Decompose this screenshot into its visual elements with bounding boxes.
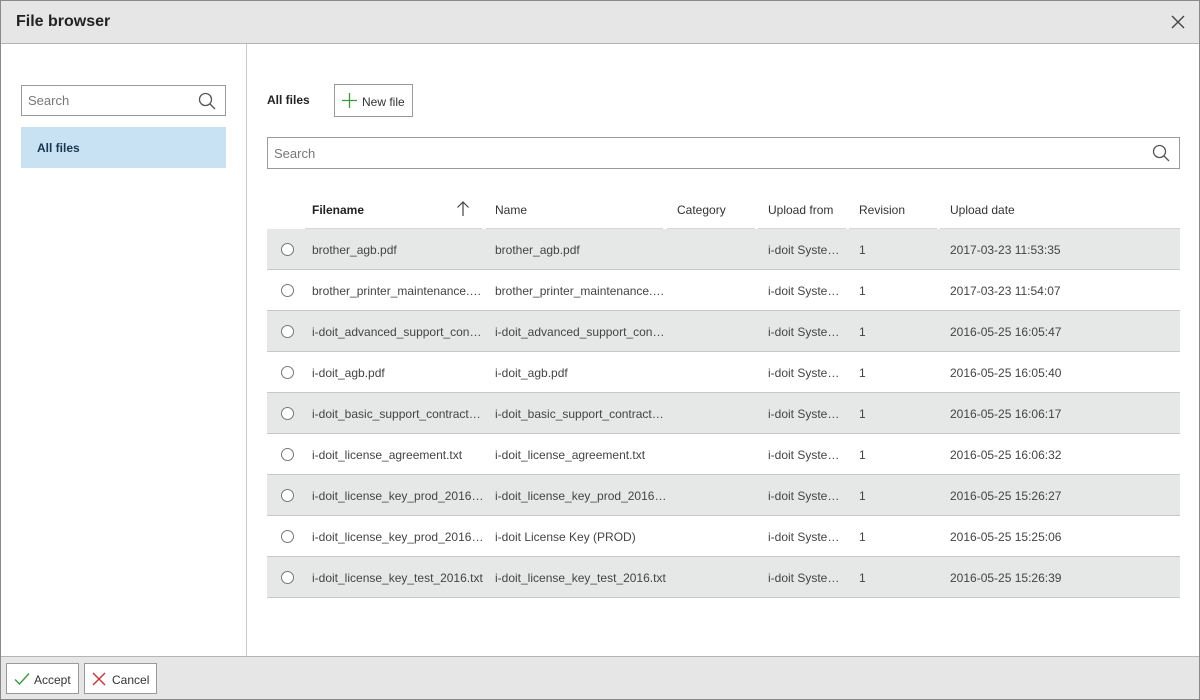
table-header: Filename Name Category Upload from Revis…	[267, 189, 1180, 229]
main-panel: All files New file Filename Name Categor…	[248, 44, 1199, 656]
row-select-radio[interactable]	[281, 489, 294, 502]
sidebar-search-input[interactable]	[22, 86, 192, 115]
cell-revision: 1	[859, 284, 866, 298]
table-row[interactable]: i-doit_license_agreement.txt i-doit_licen…	[267, 434, 1180, 475]
cell-upload-from: i-doit Syste…	[768, 243, 840, 257]
dialog-title: File browser	[16, 13, 111, 30]
column-header-upload-date[interactable]: Upload date	[950, 203, 1015, 217]
page-title: All files	[267, 93, 310, 107]
table-body: brother_agb.pdf brother_agb.pdf i-doit Sys…	[267, 229, 1180, 598]
cell-name: i-doit_license_key_test_2016.txt	[495, 571, 666, 585]
close-icon	[92, 672, 106, 686]
search-icon[interactable]	[1152, 144, 1170, 165]
sidebar: All files	[1, 44, 247, 656]
cell-revision: 1	[859, 530, 866, 544]
cell-filename: i-doit_license_key_prod_2016…	[312, 489, 484, 503]
row-select-radio[interactable]	[281, 407, 294, 420]
sidebar-search	[21, 85, 226, 116]
cell-name: i-doit_license_agreement.txt	[495, 448, 646, 462]
cell-upload-date: 2016-05-25 15:26:27	[950, 489, 1062, 503]
table-row[interactable]: i-doit_basic_support_contract.… i-doit_ba…	[267, 393, 1180, 434]
row-select-radio[interactable]	[281, 325, 294, 338]
column-header-category[interactable]: Category	[677, 203, 726, 217]
files-table: Filename Name Category Upload from Revis…	[267, 189, 1180, 598]
column-header-name[interactable]: Name	[495, 203, 527, 217]
check-icon	[14, 673, 30, 686]
cell-filename: i-doit_advanced_support_con…	[312, 325, 482, 339]
row-select-radio[interactable]	[281, 448, 294, 461]
file-browser-dialog: File browser All files All files New fil…	[0, 0, 1200, 700]
search-icon[interactable]	[198, 92, 216, 113]
column-header-revision[interactable]: Revision	[859, 203, 905, 217]
cell-upload-from: i-doit Syste…	[768, 366, 840, 380]
cell-name: i-doit_basic_support_contract.…	[495, 407, 667, 421]
cell-upload-from: i-doit Syste…	[768, 325, 840, 339]
cell-upload-from: i-doit Syste…	[768, 571, 840, 585]
cell-upload-date: 2016-05-25 16:05:40	[950, 366, 1062, 380]
cell-revision: 1	[859, 325, 866, 339]
row-select-radio[interactable]	[281, 284, 294, 297]
cell-upload-from: i-doit Syste…	[768, 284, 840, 298]
table-row[interactable]: i-doit_license_key_test_2016.txt i-doit_l…	[267, 557, 1180, 598]
file-search-input[interactable]	[268, 138, 1138, 168]
sidebar-item-label: All files	[37, 141, 80, 155]
cell-filename: brother_agb.pdf	[312, 243, 397, 257]
row-select-radio[interactable]	[281, 530, 294, 543]
cell-upload-from: i-doit Syste…	[768, 530, 840, 544]
table-row[interactable]: i-doit_agb.pdf i-doit_agb.pdf i-doit Syste…	[267, 352, 1180, 393]
cancel-button[interactable]: Cancel	[84, 663, 157, 694]
cell-name: brother_agb.pdf	[495, 243, 580, 257]
new-file-label: New file	[362, 95, 405, 109]
accept-label: Accept	[34, 673, 71, 687]
cell-name: i-doit License Key (PROD)	[495, 530, 636, 544]
cell-upload-date: 2016-05-25 15:26:39	[950, 571, 1062, 585]
cell-upload-date: 2016-05-25 16:06:17	[950, 407, 1062, 421]
row-select-radio[interactable]	[281, 243, 294, 256]
close-icon[interactable]	[1171, 15, 1185, 29]
cell-upload-date: 2016-05-25 16:06:32	[950, 448, 1062, 462]
cell-revision: 1	[859, 366, 866, 380]
row-select-radio[interactable]	[281, 366, 294, 379]
table-row[interactable]: brother_agb.pdf brother_agb.pdf i-doit Sys…	[267, 229, 1180, 270]
cell-filename: i-doit_basic_support_contract.…	[312, 407, 484, 421]
cell-filename: i-doit_license_agreement.txt	[312, 448, 463, 462]
row-select-radio[interactable]	[281, 571, 294, 584]
cell-revision: 1	[859, 571, 866, 585]
cell-upload-date: 2016-05-25 15:25:06	[950, 530, 1062, 544]
cell-revision: 1	[859, 407, 866, 421]
new-file-button[interactable]: New file	[334, 84, 413, 117]
cell-name: i-doit_license_key_prod_2016…	[495, 489, 667, 503]
cancel-label: Cancel	[112, 673, 150, 687]
cell-filename: i-doit_license_key_prod_2016…	[312, 530, 484, 544]
cell-name: i-doit_agb.pdf	[495, 366, 568, 380]
table-row[interactable]: brother_printer_maintenance.… brother_pri…	[267, 270, 1180, 311]
sort-ascending-icon[interactable]	[456, 201, 470, 220]
cell-filename: i-doit_license_key_test_2016.txt	[312, 571, 483, 585]
cell-upload-date: 2017-03-23 11:54:07	[950, 284, 1061, 298]
dialog-titlebar: File browser	[1, 1, 1199, 44]
table-row[interactable]: i-doit_license_key_prod_2016… i-doit Lice…	[267, 516, 1180, 557]
cell-upload-from: i-doit Syste…	[768, 448, 840, 462]
dialog-footer: Accept Cancel	[1, 656, 1199, 699]
cell-name: brother_printer_maintenance.…	[495, 284, 665, 298]
column-header-filename[interactable]: Filename	[312, 203, 364, 217]
cell-upload-from: i-doit Syste…	[768, 407, 840, 421]
cell-filename: brother_printer_maintenance.…	[312, 284, 482, 298]
cell-revision: 1	[859, 489, 866, 503]
cell-upload-date: 2017-03-23 11:53:35	[950, 243, 1061, 257]
cell-name: i-doit_advanced_support_con…	[495, 325, 665, 339]
accept-button[interactable]: Accept	[6, 663, 79, 694]
cell-upload-date: 2016-05-25 16:05:47	[950, 325, 1062, 339]
table-row[interactable]: i-doit_advanced_support_con… i-doit_advan…	[267, 311, 1180, 352]
plus-icon	[342, 93, 357, 111]
file-search	[267, 137, 1180, 169]
column-header-upload-from[interactable]: Upload from	[768, 203, 833, 217]
cell-revision: 1	[859, 448, 866, 462]
cell-revision: 1	[859, 243, 866, 257]
sidebar-item-all-files[interactable]: All files	[21, 127, 226, 168]
cell-filename: i-doit_agb.pdf	[312, 366, 385, 380]
cell-upload-from: i-doit Syste…	[768, 489, 840, 503]
table-row[interactable]: i-doit_license_key_prod_2016… i-doit_lice…	[267, 475, 1180, 516]
